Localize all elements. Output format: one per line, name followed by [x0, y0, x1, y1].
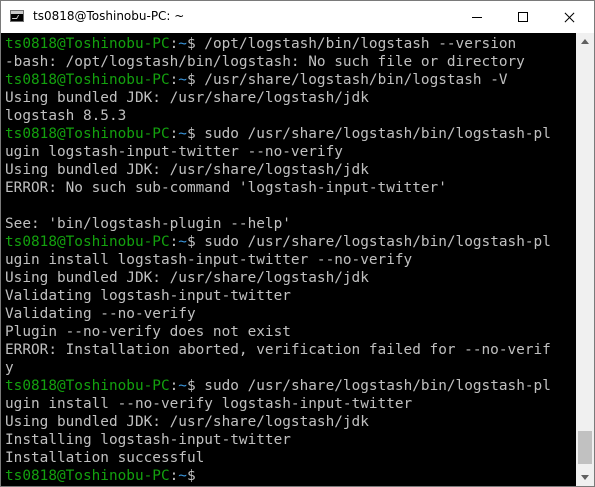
output-line: Using bundled JDK: /usr/share/logstash/j…	[5, 270, 369, 286]
prompt-userhost: ts0818@Toshinobu-PC	[5, 378, 170, 394]
title-bar[interactable]: ts0818@Toshinobu-PC: ~	[1, 1, 594, 33]
prompt-path: ~	[178, 72, 187, 88]
prompt-symbol: $	[186, 234, 196, 250]
prompt-separator: :	[169, 468, 179, 484]
scrollbar-thumb[interactable]	[578, 431, 592, 464]
prompt-line: ts0818@Toshinobu-PC:~$ /usr/share/logsta…	[5, 71, 508, 89]
prompt-symbol: $	[186, 72, 196, 88]
prompt-userhost: ts0818@Toshinobu-PC	[5, 126, 170, 142]
output-line: ugin logstash-input-twitter --no-verify	[5, 144, 343, 160]
prompt-line: ts0818@Toshinobu-PC:~$ sudo /usr/share/l…	[5, 125, 551, 143]
prompt-line: ts0818@Toshinobu-PC:~$ sudo /usr/share/l…	[5, 377, 551, 395]
output-line: ERROR: No such sub-command 'logstash-inp…	[5, 180, 447, 196]
output-line: See: 'bin/logstash-plugin --help'	[5, 216, 291, 232]
prompt-separator: :	[169, 72, 179, 88]
output-line: ERROR: Installation aborted, verificatio…	[5, 342, 551, 358]
command-text: sudo /usr/share/logstash/bin/logstash-pl	[195, 378, 551, 394]
prompt-symbol: $	[186, 378, 196, 394]
output-line: Using bundled JDK: /usr/share/logstash/j…	[5, 162, 369, 178]
output-line: y	[5, 360, 14, 376]
prompt-path: ~	[178, 468, 187, 484]
prompt-path: ~	[178, 126, 187, 142]
prompt-userhost: ts0818@Toshinobu-PC	[5, 234, 170, 250]
prompt-userhost: ts0818@Toshinobu-PC	[5, 36, 170, 52]
maximize-icon	[518, 12, 528, 22]
output-line: Validating --no-verify	[5, 306, 196, 322]
output-line: ugin install --no-verify logstash-input-…	[5, 396, 413, 412]
prompt-userhost: ts0818@Toshinobu-PC	[5, 468, 170, 484]
prompt-separator: :	[169, 126, 179, 142]
output-line: -bash: /opt/logstash/bin/logstash: No su…	[5, 54, 525, 70]
maximize-button[interactable]	[500, 1, 546, 33]
prompt-separator: :	[169, 378, 179, 394]
minimize-button[interactable]	[454, 1, 500, 33]
prompt-path: ~	[178, 234, 187, 250]
scroll-up-icon[interactable]	[581, 39, 589, 44]
terminal-output[interactable]: ts0818@Toshinobu-PC:~$ /opt/logstash/bin…	[1, 33, 576, 486]
prompt-path: ~	[178, 378, 187, 394]
close-button[interactable]	[546, 1, 592, 33]
prompt-symbol: $	[186, 126, 196, 142]
command-text: sudo /usr/share/logstash/bin/logstash-pl	[195, 234, 551, 250]
output-line: logstash 8.5.3	[5, 108, 127, 124]
prompt-line: ts0818@Toshinobu-PC:~$ /opt/logstash/bin…	[5, 35, 516, 53]
output-line: Using bundled JDK: /usr/share/logstash/j…	[5, 90, 369, 106]
vertical-scrollbar[interactable]	[576, 33, 594, 486]
prompt-symbol: $	[186, 36, 196, 52]
output-line: ugin install logstash-input-twitter --no…	[5, 252, 413, 268]
command-text: sudo /usr/share/logstash/bin/logstash-pl	[195, 126, 551, 142]
output-line: Plugin --no-verify does not exist	[5, 324, 291, 340]
output-line: Using bundled JDK: /usr/share/logstash/j…	[5, 414, 369, 430]
output-line: Installing logstash-input-twitter	[5, 432, 291, 448]
terminal-icon[interactable]	[10, 10, 24, 22]
prompt-line: ts0818@Toshinobu-PC:~$	[5, 467, 196, 485]
prompt-separator: :	[169, 234, 179, 250]
scroll-down-icon[interactable]	[581, 475, 589, 480]
prompt-symbol: $	[186, 468, 196, 484]
prompt-path: ~	[178, 36, 187, 52]
prompt-userhost: ts0818@Toshinobu-PC	[5, 72, 170, 88]
prompt-line: ts0818@Toshinobu-PC:~$ sudo /usr/share/l…	[5, 233, 551, 251]
window-title: ts0818@Toshinobu-PC: ~	[33, 9, 185, 23]
command-text: /usr/share/logstash/bin/logstash -V	[195, 72, 508, 88]
prompt-separator: :	[169, 36, 179, 52]
terminal-window: ts0818@Toshinobu-PC: ~ ts0818@Toshinobu-…	[0, 0, 595, 487]
minimize-icon	[472, 17, 482, 18]
output-line: Installation successful	[5, 450, 205, 466]
command-text: /opt/logstash/bin/logstash --version	[195, 36, 517, 52]
output-line: Validating logstash-input-twitter	[5, 288, 291, 304]
